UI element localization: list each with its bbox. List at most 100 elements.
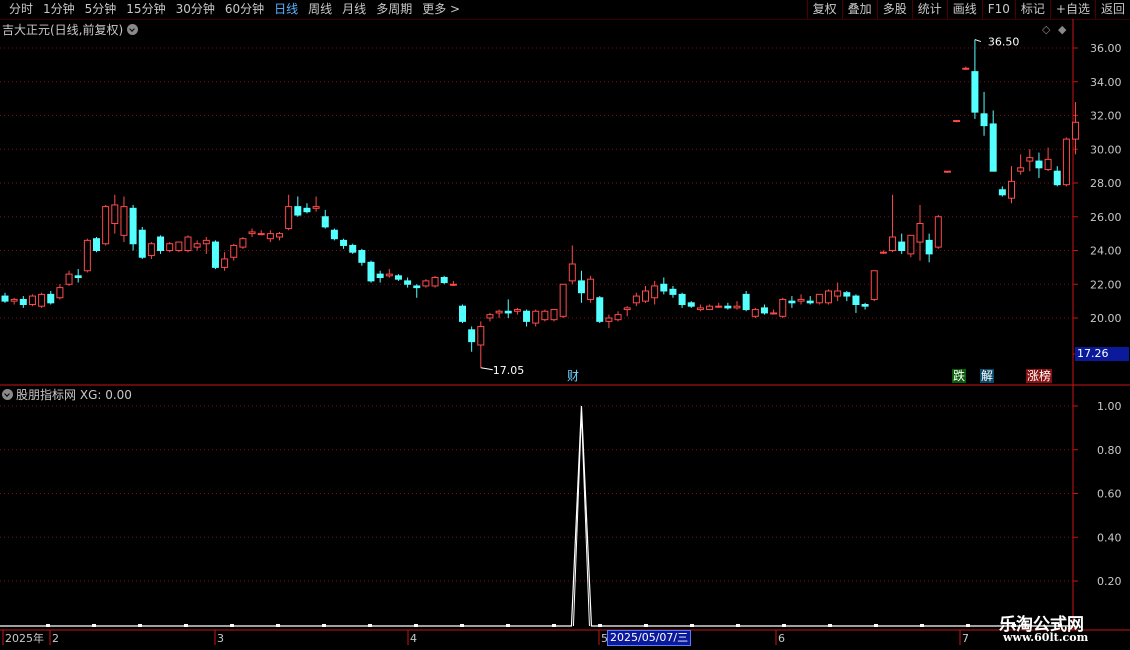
- toolbar-button-8[interactable]: 返回: [1094, 0, 1130, 19]
- candle-body: [266, 233, 274, 240]
- candle-body: [998, 189, 1006, 196]
- toolbar-button-2[interactable]: 多股: [876, 0, 912, 19]
- candle-body: [577, 280, 585, 294]
- candle-body: [340, 239, 348, 246]
- period-tab-6[interactable]: 日线: [269, 2, 303, 17]
- candle-body: [202, 239, 210, 245]
- y-tick-label: 24.00: [1090, 245, 1122, 258]
- drop-flag[interactable]: 跌: [952, 369, 967, 383]
- period-tab-0[interactable]: 分时: [4, 2, 38, 17]
- candle-body: [193, 243, 201, 248]
- period-tab-9[interactable]: 多周期: [371, 2, 417, 17]
- toolbar-button-7[interactable]: +自选: [1049, 0, 1095, 19]
- indicator-value: XG: 0.00: [79, 388, 132, 402]
- candle-body: [239, 238, 247, 248]
- candle-body: [74, 275, 82, 278]
- candle-body: [1017, 167, 1025, 172]
- candle-body: [1062, 138, 1070, 186]
- period-tab-3[interactable]: 15分钟: [121, 2, 170, 17]
- candle-body: [47, 293, 55, 304]
- toolbar-buttons: 复权 叠加 多股 统计 画线 F10 标记 +自选 返回: [806, 0, 1130, 19]
- chevron-down-icon[interactable]: [2, 389, 13, 400]
- candle-body: [358, 250, 366, 263]
- candle-body: [623, 307, 631, 311]
- candle-body: [980, 113, 988, 127]
- toolbar-button-1[interactable]: 叠加: [841, 0, 877, 19]
- candle-body: [953, 120, 961, 123]
- period-tab-5[interactable]: 60分钟: [220, 2, 269, 17]
- candle-body: [367, 261, 375, 282]
- candle-body: [651, 285, 659, 299]
- candle-body: [303, 207, 311, 213]
- y-tick-label: 20.00: [1090, 312, 1122, 325]
- candle-body: [1044, 158, 1052, 170]
- candle-body: [532, 310, 540, 324]
- candle-body: [1035, 160, 1043, 169]
- xg-point: [368, 624, 372, 627]
- candle-body: [1026, 157, 1034, 162]
- candle-body: [733, 305, 741, 309]
- y-tick-label: 0.40: [1097, 531, 1122, 544]
- candle-body: [605, 317, 613, 322]
- candle-body: [660, 283, 668, 292]
- period-tab-10[interactable]: 更多 >: [417, 2, 465, 17]
- financial-flag[interactable]: 财: [566, 369, 580, 383]
- candle-body: [404, 280, 412, 285]
- candle-body: [632, 295, 640, 304]
- candle-body: [550, 309, 558, 321]
- candle-body: [56, 287, 64, 299]
- stock-chart[interactable]: 36.00 34.00 32.00 30.00 28.00 26.00 24.00 22.00…: [0, 19, 1130, 650]
- xg-point: [736, 624, 740, 627]
- period-tab-1[interactable]: 1分钟: [38, 2, 80, 17]
- candle-body: [422, 280, 430, 287]
- candle-body: [459, 305, 466, 322]
- top-toolbar: 分时 1分钟 5分钟 15分钟 30分钟 60分钟 日线 周线 月线 多周期 更多 > 复权 叠加 多股…: [0, 0, 1130, 20]
- x-tick-label: 2: [52, 632, 59, 645]
- chevron-down-icon[interactable]: [127, 24, 139, 35]
- low-marker: [480, 367, 493, 371]
- candle-body: [751, 309, 759, 317]
- high-marker: [974, 39, 982, 43]
- diamond-icon[interactable]: ◇: [1042, 23, 1050, 36]
- period-tab-7[interactable]: 周线: [303, 2, 337, 17]
- candle-body: [870, 270, 878, 300]
- x-tick-label: 7: [962, 632, 969, 645]
- settings-icon[interactable]: ◆: [1058, 23, 1066, 36]
- xg-point: [184, 624, 188, 627]
- period-tab-4[interactable]: 30分钟: [171, 2, 220, 17]
- candle-body: [248, 231, 256, 235]
- candle-body: [1072, 121, 1080, 140]
- toolbar-button-5[interactable]: F10: [981, 0, 1015, 19]
- candle-body: [943, 170, 951, 173]
- candle-body: [806, 300, 814, 304]
- toolbar-button-0[interactable]: 复权: [806, 0, 842, 19]
- candle-body: [770, 312, 778, 315]
- period-tab-8[interactable]: 月线: [337, 2, 371, 17]
- candle-body: [83, 239, 91, 272]
- toolbar-button-3[interactable]: 统计: [911, 0, 947, 19]
- indicator-name: 股朋指标网: [16, 388, 77, 402]
- selected-date-tag: 2025/05/07/三: [607, 630, 692, 646]
- toolbar-button-6[interactable]: 标记: [1014, 0, 1050, 19]
- period-tab-2[interactable]: 5分钟: [80, 2, 122, 17]
- gain-list-flag[interactable]: 涨榜: [1026, 369, 1053, 383]
- candle-body: [642, 290, 649, 302]
- candle-body: [157, 236, 165, 251]
- unlock-flag[interactable]: 解: [980, 369, 995, 383]
- candle-body: [385, 273, 393, 277]
- candle-body: [541, 310, 549, 321]
- candle-body: [376, 273, 384, 278]
- candle-body: [596, 297, 604, 322]
- candle-body: [678, 293, 686, 305]
- candle-body: [843, 292, 851, 297]
- candle-body: [861, 304, 869, 307]
- candle-body: [257, 233, 265, 236]
- xg-point: [92, 624, 96, 627]
- toolbar-button-4[interactable]: 画线: [946, 0, 982, 19]
- candle-body: [989, 123, 997, 172]
- candle-body: [468, 329, 476, 343]
- candle-body: [513, 309, 521, 312]
- xg-line: [0, 405, 1073, 627]
- candle-body: [486, 314, 494, 319]
- xg-point: [460, 624, 464, 627]
